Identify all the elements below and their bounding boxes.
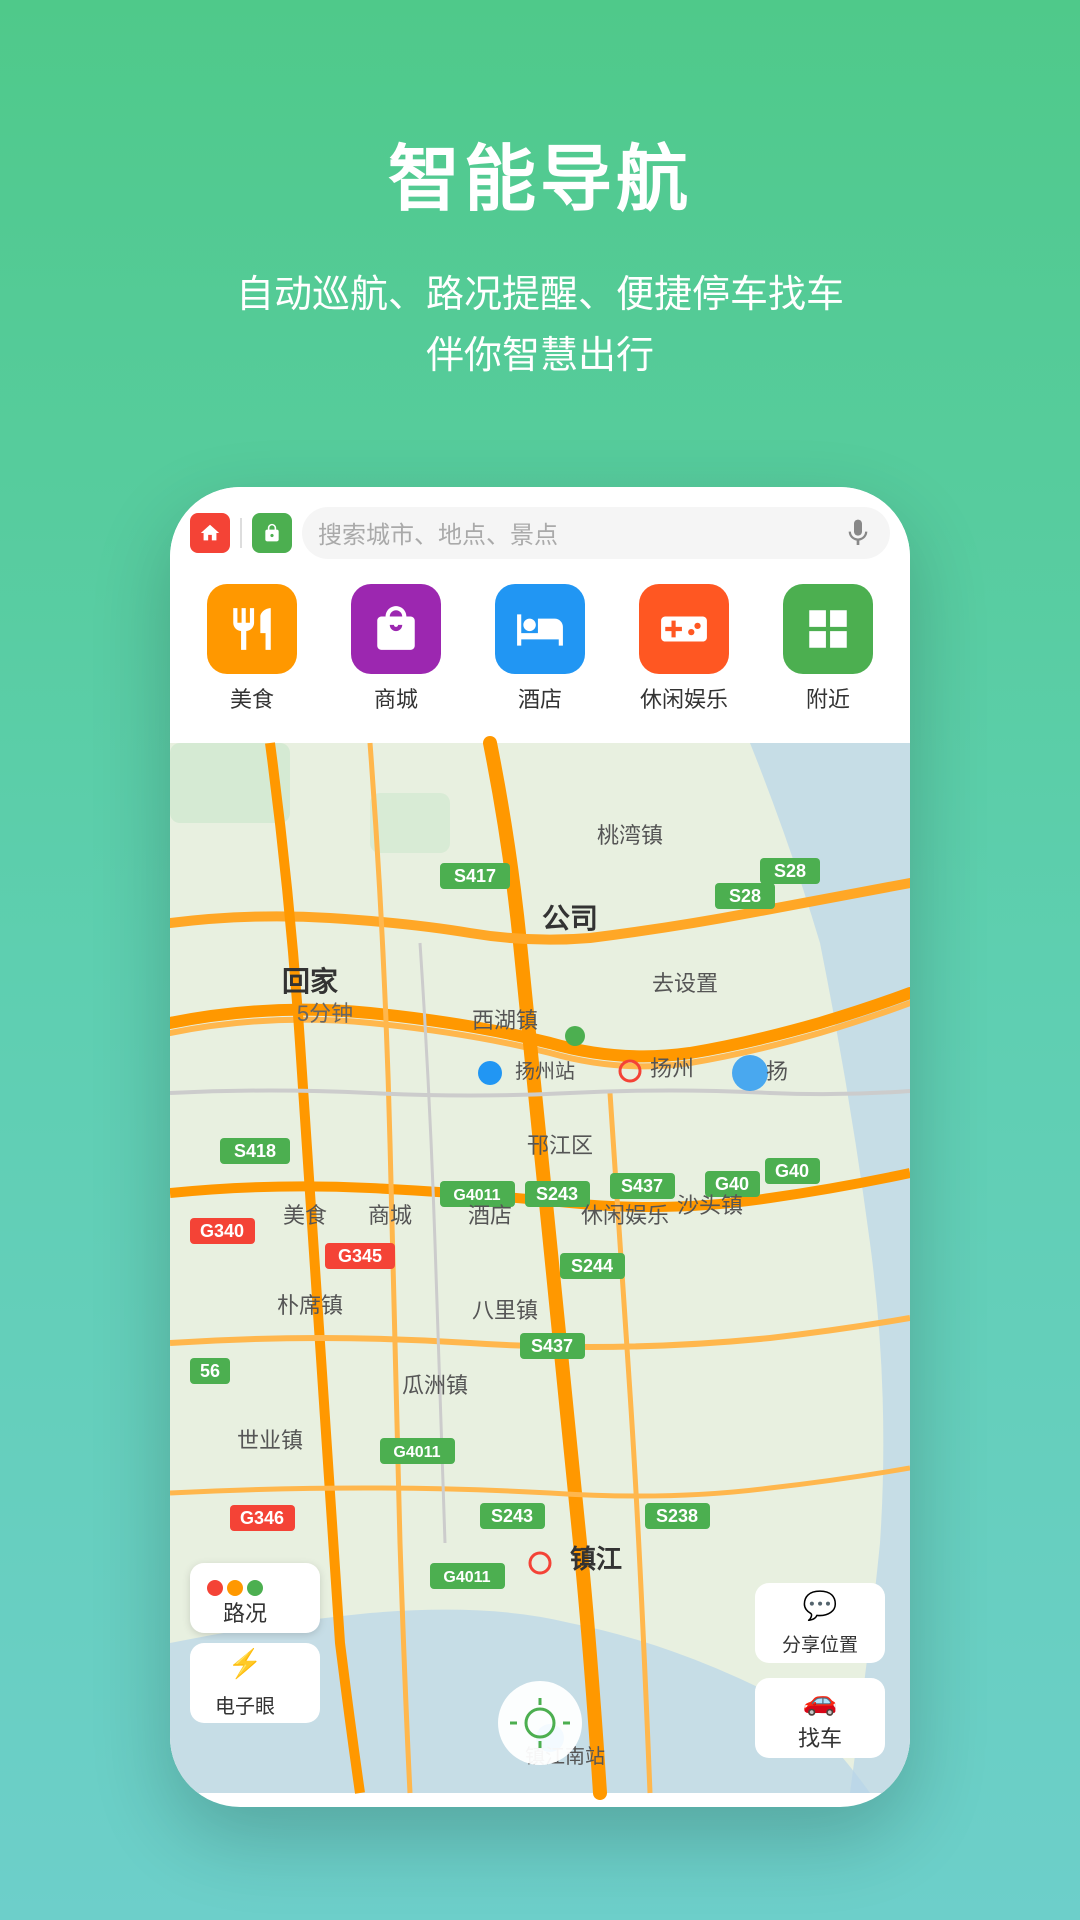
svg-text:世业镇: 世业镇 [237,1428,303,1453]
svg-text:G346: G346 [240,1508,284,1528]
svg-text:S238: S238 [656,1506,698,1526]
svg-text:商城: 商城 [368,1203,412,1228]
hotel-label: 酒店 [518,682,562,714]
svg-text:镇江: 镇江 [570,1544,622,1574]
category-nearby[interactable]: 附近 [783,584,873,714]
svg-text:G4011: G4011 [453,1187,500,1204]
svg-text:去设置: 去设置 [652,971,718,996]
svg-text:S437: S437 [531,1336,573,1356]
svg-text:回家: 回家 [282,965,338,997]
svg-text:G345: G345 [338,1246,382,1266]
food-label: 美食 [230,682,274,714]
svg-text:S417: S417 [454,866,496,886]
nearby-icon [783,584,873,674]
svg-text:S244: S244 [571,1256,613,1276]
svg-text:邗江区: 邗江区 [527,1133,593,1158]
svg-text:路况: 路况 [223,1601,267,1626]
svg-text:💬: 💬 [803,1589,838,1622]
svg-text:5分钟: 5分钟 [297,1001,353,1026]
search-placeholder: 搜索城市、地点、景点 [318,515,558,550]
mic-icon [842,517,874,549]
svg-text:瓜洲镇: 瓜洲镇 [402,1373,468,1398]
svg-text:扬: 扬 [766,1059,788,1084]
svg-text:西湖镇: 西湖镇 [472,1008,538,1033]
main-title: 智能导航 [60,120,1020,225]
svg-text:找车: 找车 [798,1726,842,1751]
svg-text:S243: S243 [491,1506,533,1526]
svg-text:美食: 美食 [283,1203,327,1228]
map-svg: S417 S28 S28 S418 G4011 S243 [170,729,910,1807]
category-bar: 美食 商城 酒店 [170,569,910,729]
home-icon[interactable] [190,513,230,553]
food-icon [207,584,297,674]
svg-text:G340: G340 [200,1221,244,1241]
map-area[interactable]: S417 S28 S28 S418 G4011 S243 [170,729,910,1807]
svg-text:S418: S418 [234,1141,276,1161]
svg-text:沙头镇: 沙头镇 [677,1193,743,1218]
svg-text:56: 56 [200,1361,220,1381]
category-leisure[interactable]: 休闲娱乐 [639,584,729,714]
category-food[interactable]: 美食 [207,584,297,714]
svg-text:⚡: ⚡ [228,1647,263,1680]
leisure-label: 休闲娱乐 [640,682,728,714]
category-mall[interactable]: 商城 [351,584,441,714]
svg-text:休闲娱乐: 休闲娱乐 [581,1203,669,1228]
search-bar[interactable]: 搜索城市、地点、景点 [302,507,890,559]
svg-text:G40: G40 [775,1161,809,1181]
header-divider [240,518,242,548]
lock-icon[interactable] [252,513,292,553]
subtitle: 自动巡航、路况提醒、便捷停车找车 伴你智慧出行 [60,265,1020,387]
svg-text:扬州: 扬州 [650,1056,694,1081]
svg-text:扬州站: 扬州站 [515,1060,575,1083]
svg-text:G40: G40 [715,1174,749,1194]
svg-text:S28: S28 [729,886,761,906]
svg-text:分享位置: 分享位置 [782,1634,858,1656]
mall-icon [351,584,441,674]
svg-text:G4011: G4011 [393,1444,440,1461]
svg-text:桃湾镇: 桃湾镇 [597,823,663,848]
search-header: 搜索城市、地点、景点 [170,487,910,569]
hotel-icon [495,584,585,674]
header-section: 智能导航 自动巡航、路况提醒、便捷停车找车 伴你智慧出行 [0,0,1080,447]
svg-text:八里镇: 八里镇 [472,1298,538,1323]
leisure-icon [639,584,729,674]
svg-text:S437: S437 [621,1176,663,1196]
mall-label: 商城 [374,682,418,714]
phone-mockup: 搜索城市、地点、景点 美食 [170,487,910,1807]
svg-text:🚗: 🚗 [803,1685,838,1717]
svg-text:G4011: G4011 [443,1569,490,1586]
svg-text:酒店: 酒店 [468,1203,512,1228]
svg-text:电子眼: 电子眼 [215,1695,275,1718]
category-hotel[interactable]: 酒店 [495,584,585,714]
svg-text:朴席镇: 朴席镇 [277,1293,343,1318]
nearby-label: 附近 [806,682,850,714]
svg-text:S243: S243 [536,1184,578,1204]
svg-text:S28: S28 [774,861,806,881]
svg-text:公司: 公司 [542,903,598,934]
